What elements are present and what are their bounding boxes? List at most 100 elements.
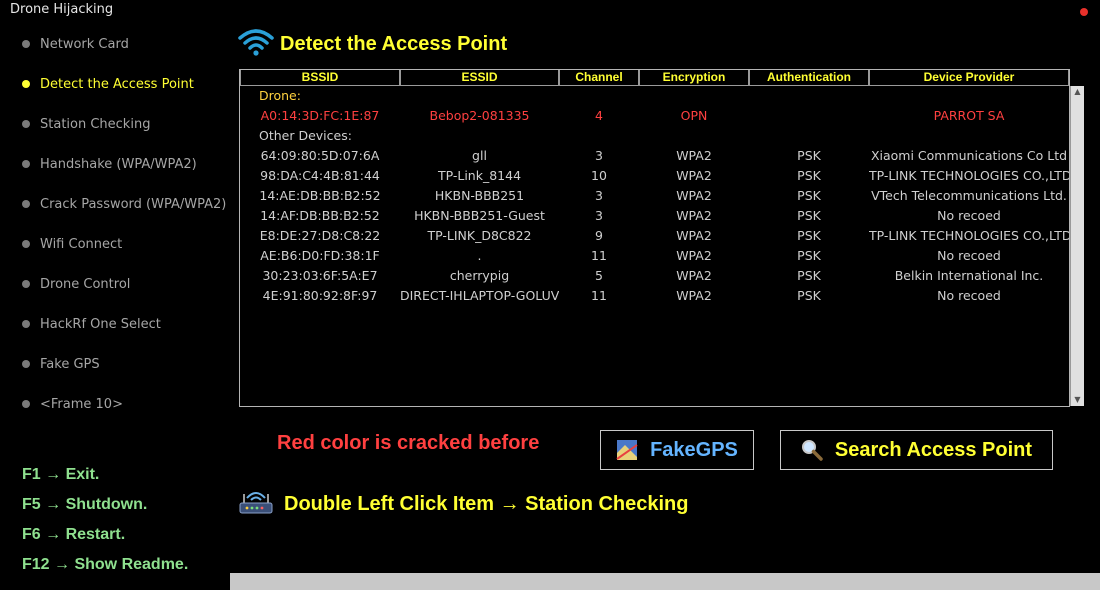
cell-auth: PSK	[797, 148, 821, 163]
sidebar-item-label: Station Checking	[40, 116, 151, 132]
table-row[interactable]: 98:DA:C4:4B:81:44 TP-Link_8144 10 WPA2 P…	[240, 166, 1069, 186]
access-point-table: BSSID ESSID Channel Encryption Authentic…	[239, 69, 1084, 407]
sidebar-item-network-card[interactable]: Network Card	[22, 34, 129, 54]
other-group-label: Other Devices:	[259, 128, 352, 143]
cell-encryption: WPA2	[676, 148, 712, 163]
cell-auth	[749, 106, 869, 126]
cell-channel: 11	[591, 288, 607, 303]
sidebar-item-fake-gps[interactable]: Fake GPS	[22, 354, 100, 374]
cell-encryption: WPA2	[676, 168, 712, 183]
shortcut-readme: F12 → Show Readme.	[22, 556, 189, 573]
close-dot-icon[interactable]	[1080, 8, 1088, 16]
sidebar-item-frame-10[interactable]: <Frame 10>	[22, 394, 123, 414]
cell-bssid: AE:B6:D0:FD:38:1F	[260, 248, 380, 263]
cell-channel: 5	[595, 268, 603, 283]
sidebar-item-label: Handshake (WPA/WPA2)	[40, 156, 197, 172]
cell-channel: 9	[595, 228, 603, 243]
sidebar-item-label: Network Card	[40, 36, 129, 52]
cell-channel: 10	[591, 168, 607, 183]
cell-auth: PSK	[797, 248, 821, 263]
cell-bssid: 14:AF:DB:BB:B2:52	[260, 208, 380, 223]
table-row[interactable]: A0:14:3D:FC:1E:87 Bebop2-081335 4 OPN PA…	[240, 106, 1069, 126]
fake-gps-button[interactable]: FakeGPS	[600, 430, 754, 470]
table-scrollbar[interactable]: ▲ ▼	[1070, 86, 1084, 406]
double-click-hint: Double Left Click Item → Station Checkin…	[238, 488, 689, 520]
column-header-channel[interactable]: Channel	[559, 70, 639, 86]
cell-essid: TP-LINK_D8C822	[427, 228, 532, 243]
table-row[interactable]: AE:B6:D0:FD:38:1F . 11 WPA2 PSK No recoe…	[240, 246, 1069, 266]
shortcut-list: F1 → Exit. F5 → Shutdown. F6 → Restart. …	[22, 462, 188, 582]
bullet-icon	[22, 320, 30, 328]
cell-encryption: WPA2	[676, 228, 712, 243]
hint-text: Double Left Click Item → Station Checkin…	[284, 492, 689, 515]
table-row[interactable]: 30:23:03:6F:5A:E7 cherrypig 5 WPA2 PSK B…	[240, 266, 1069, 286]
cell-encryption: WPA2	[676, 248, 712, 263]
cell-provider: No recoed	[937, 288, 1001, 303]
cell-auth: PSK	[797, 268, 821, 283]
sidebar-item-label: Fake GPS	[40, 356, 100, 372]
table-header: BSSID ESSID Channel Encryption Authentic…	[240, 70, 1069, 86]
search-access-point-button[interactable]: Search Access Point	[780, 430, 1053, 470]
scroll-up-icon[interactable]: ▲	[1071, 86, 1084, 98]
shortcut-restart: F6 → Restart.	[22, 526, 126, 543]
cell-auth: PSK	[797, 288, 821, 303]
bullet-icon	[22, 240, 30, 248]
sidebar-item-label: <Frame 10>	[40, 396, 123, 412]
sidebar-item-label: HackRf One Select	[40, 316, 161, 332]
app-title: Drone Hijacking	[10, 2, 114, 17]
column-header-device-provider[interactable]: Device Provider	[869, 70, 1069, 86]
status-bar	[230, 573, 1100, 590]
shortcut-shutdown: F5 → Shutdown.	[22, 496, 148, 513]
table-row[interactable]: 14:AF:DB:BB:B2:52 HKBN-BBB251-Guest 3 WP…	[240, 206, 1069, 226]
sidebar-item-crack-password[interactable]: Crack Password (WPA/WPA2)	[22, 194, 226, 214]
bullet-icon	[22, 40, 30, 48]
cell-channel: 11	[591, 248, 607, 263]
cell-bssid: 30:23:03:6F:5A:E7	[262, 268, 378, 283]
drone-group-label: Drone:	[259, 88, 301, 103]
cell-auth: PSK	[797, 228, 821, 243]
router-icon	[238, 488, 274, 520]
cell-auth: PSK	[797, 168, 821, 183]
cell-provider: Belkin International Inc.	[894, 268, 1044, 283]
cell-bssid: 4E:91:80:92:8F:97	[262, 288, 378, 303]
magnifier-icon	[801, 439, 823, 461]
cracked-color-note: Red color is cracked before	[277, 432, 540, 454]
cell-provider: TP-LINK TECHNOLOGIES CO.,LTD	[869, 228, 1069, 243]
cell-bssid: 98:DA:C4:4B:81:44	[260, 168, 380, 183]
page-title: Detect the Access Point	[238, 28, 507, 60]
page-title-text: Detect the Access Point	[280, 32, 508, 55]
sidebar-item-wifi-connect[interactable]: Wifi Connect	[22, 234, 122, 254]
cell-auth: PSK	[797, 208, 821, 223]
bullet-icon	[22, 120, 30, 128]
sidebar-item-label: Wifi Connect	[40, 236, 123, 252]
bullet-icon	[22, 200, 30, 208]
table-row[interactable]: E8:DE:27:D8:C8:22 TP-LINK_D8C822 9 WPA2 …	[240, 226, 1069, 246]
cell-provider: VTech Telecommunications Ltd.	[871, 188, 1067, 203]
column-header-essid[interactable]: ESSID	[400, 70, 559, 86]
bullet-icon	[22, 400, 30, 408]
sidebar-item-handshake[interactable]: Handshake (WPA/WPA2)	[22, 154, 197, 174]
sidebar-item-drone-control[interactable]: Drone Control	[22, 274, 130, 294]
table-row[interactable]: 14:AE:DB:BB:B2:52 HKBN-BBB251 3 WPA2 PSK…	[240, 186, 1069, 206]
sidebar-item-label: Crack Password (WPA/WPA2)	[40, 196, 227, 212]
bullet-icon	[22, 360, 30, 368]
sidebar-item-station-checking[interactable]: Station Checking	[22, 114, 150, 134]
table-row[interactable]: 64:09:80:5D:07:6A gll 3 WPA2 PSK Xiaomi …	[240, 146, 1069, 166]
column-header-encryption[interactable]: Encryption	[639, 70, 749, 86]
map-icon	[616, 439, 638, 461]
cell-provider: No recoed	[937, 208, 1001, 223]
column-header-authentication[interactable]: Authentication	[749, 70, 869, 86]
cell-channel: 3	[595, 188, 603, 203]
cell-provider: TP-LINK TECHNOLOGIES CO.,LTD	[869, 168, 1069, 183]
scroll-down-icon[interactable]: ▼	[1071, 394, 1084, 406]
cell-channel: 3	[595, 208, 603, 223]
table-row[interactable]: 4E:91:80:92:8F:97 DIRECT-IHLAPTOP-GOLUVM…	[240, 286, 1069, 306]
sidebar-item-hackrf-select[interactable]: HackRf One Select	[22, 314, 161, 334]
sidebar-item-detect-ap[interactable]: Detect the Access Point	[22, 74, 194, 94]
column-header-bssid[interactable]: BSSID	[240, 70, 400, 86]
bullet-icon	[22, 80, 30, 88]
cell-essid: .	[477, 248, 482, 263]
cell-essid: gll	[472, 148, 487, 163]
cell-encryption: WPA2	[676, 268, 712, 283]
cell-bssid: E8:DE:27:D8:C8:22	[259, 228, 381, 243]
